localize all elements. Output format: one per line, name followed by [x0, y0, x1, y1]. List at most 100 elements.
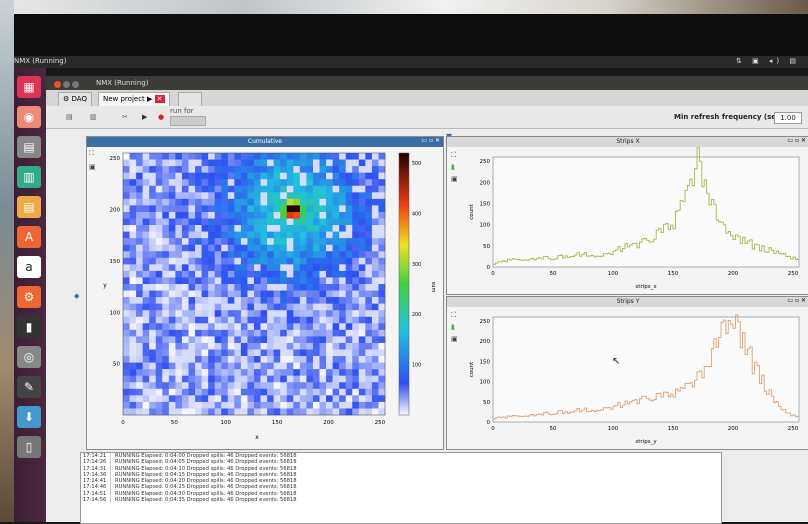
panel-controls-icon[interactable]: ▭ ▫ ✕ [421, 137, 440, 144]
heatmap-cell [181, 225, 189, 232]
refresh-spinbox[interactable]: 1.00 [774, 112, 802, 124]
heatmap-cell [299, 238, 307, 245]
heatmap-cell [345, 153, 353, 160]
heatmap-cell [181, 395, 189, 403]
trash-icon[interactable]: ▯ [17, 436, 41, 458]
heatmap-cell [378, 231, 386, 239]
heatmap-cell [155, 185, 163, 193]
heatmap-cell [123, 166, 130, 173]
close-tab-icon[interactable]: ✕ [154, 95, 165, 103]
pen-icon[interactable]: ✎ [17, 376, 41, 398]
play-icon[interactable]: ▶ [142, 110, 147, 124]
folder-icon[interactable]: ▤ [66, 110, 73, 124]
heatmap-cell [339, 342, 346, 350]
heatmap-cell [227, 310, 235, 318]
heatmap-cell [319, 205, 327, 213]
save-icon[interactable]: ▥ [90, 110, 97, 124]
heatmap-cell [149, 211, 157, 219]
heatmap-cell [267, 264, 274, 272]
heatmap-cell [234, 303, 242, 311]
heatmap-cell [319, 395, 327, 403]
heatmap-cell [195, 192, 202, 200]
x-tick-label: 250 [788, 271, 799, 277]
heatmap-cell [221, 159, 229, 167]
heatmap-cell [345, 349, 353, 357]
amazon-icon[interactable]: a [17, 256, 41, 278]
cumulative-heatmap[interactable]: 0 50 100 150 200 25025020015010050 x y 500400… [87, 147, 443, 447]
heatmap-cell [293, 179, 301, 187]
heatmap-cell [260, 198, 268, 206]
heatmap-cell [299, 172, 307, 180]
heatmap-cell [378, 401, 386, 409]
close-icon[interactable] [54, 81, 61, 88]
y-tick-label: 50 [483, 244, 490, 250]
tools-icon[interactable]: ✂ [122, 110, 128, 124]
heatmap-cell [312, 369, 320, 376]
heatmap-cell [260, 290, 268, 298]
log-panel[interactable]: 17:14:21 RUNNING Elapsed: 0:04:00 Dropped… [80, 452, 722, 524]
heatmap-cell [352, 251, 360, 259]
software-center-icon[interactable]: A [17, 226, 41, 248]
heatmap-cell [201, 284, 209, 291]
panel-controls-icon[interactable]: ▭ ▫ ✕ [787, 137, 806, 144]
heatmap-cell [129, 277, 137, 285]
terminal-icon[interactable]: ▮ [17, 316, 41, 338]
strips-x-chart[interactable]: 0 50 100 150 200 250050100150200250strips_xco… [447, 147, 808, 293]
download-icon[interactable]: ⬇ [17, 406, 41, 428]
heatmap-cell [195, 159, 202, 167]
new-tab-button[interactable] [178, 92, 202, 106]
heatmap-cell [149, 356, 157, 363]
tab-new-project[interactable]: New project ▶ ✕ [98, 92, 170, 106]
heatmap-cell [299, 303, 307, 311]
heatmap-cell [247, 323, 255, 331]
heatmap-cell [273, 310, 281, 318]
heatmap-cell [188, 329, 196, 337]
system-tray[interactable]: ⇅ ▣ ◂) ▤ [736, 57, 800, 65]
run-for-input[interactable] [170, 116, 206, 126]
splitter-handle[interactable]: ◆ [74, 292, 79, 300]
heatmap-cell [168, 303, 176, 311]
heatmap-cell [280, 225, 288, 232]
heatmap-cell [339, 225, 346, 232]
files-icon[interactable]: ▦ [17, 76, 41, 98]
heatmap-cell [260, 284, 268, 291]
notes-icon[interactable]: ▤ [17, 196, 41, 218]
heatmap-cell [149, 179, 157, 187]
heatmap-cell [371, 290, 379, 298]
settings-icon[interactable]: ⚙ [17, 286, 41, 308]
heatmap-cell [267, 238, 274, 245]
y-tick-label: 200 [480, 339, 491, 345]
heatmap-cell [267, 375, 274, 383]
heatmap-cell [155, 238, 163, 245]
firefox-icon[interactable]: ◉ [17, 106, 41, 128]
heatmap-cell [188, 277, 196, 285]
stop-icon[interactable]: ● [158, 110, 164, 124]
heatmap-cell [273, 198, 281, 206]
spreadsheet-icon[interactable]: ▥ [17, 166, 41, 188]
tab-daq[interactable]: ⚙ DAQ [58, 92, 92, 106]
heatmap-cell [306, 238, 314, 245]
minimize-icon[interactable] [63, 81, 70, 88]
heatmap-cell [260, 270, 268, 278]
heatmap-cell [201, 166, 209, 173]
dvd-icon[interactable]: ◎ [17, 346, 41, 368]
heatmap-cell [319, 172, 327, 180]
heatmap-cell [240, 284, 248, 291]
heatmap-cell [339, 316, 346, 324]
heatmap-cell [214, 303, 222, 311]
files-icon[interactable]: ▤ [17, 136, 41, 158]
heatmap-cell [155, 277, 163, 285]
heatmap-cell [365, 310, 373, 318]
heatmap-cell [332, 198, 340, 206]
heatmap-cell [136, 218, 143, 226]
heatmap-cell [195, 198, 202, 206]
cumulative-title: Cumulative [87, 137, 443, 147]
maximize-icon[interactable] [72, 81, 79, 88]
heatmap-cell [136, 369, 143, 376]
heatmap-cell [123, 369, 130, 376]
heatmap-cell [142, 369, 150, 376]
log-message: RUNNING Elapsed: 0:04:15 Dropped spills:… [115, 471, 297, 478]
heatmap-cell [306, 408, 314, 416]
panel-controls-icon[interactable]: ▭ ▫ ✕ [787, 297, 806, 304]
strips-y-chart[interactable]: 0 50 100 150 200 250050100150200250strips_yco… [447, 307, 808, 448]
